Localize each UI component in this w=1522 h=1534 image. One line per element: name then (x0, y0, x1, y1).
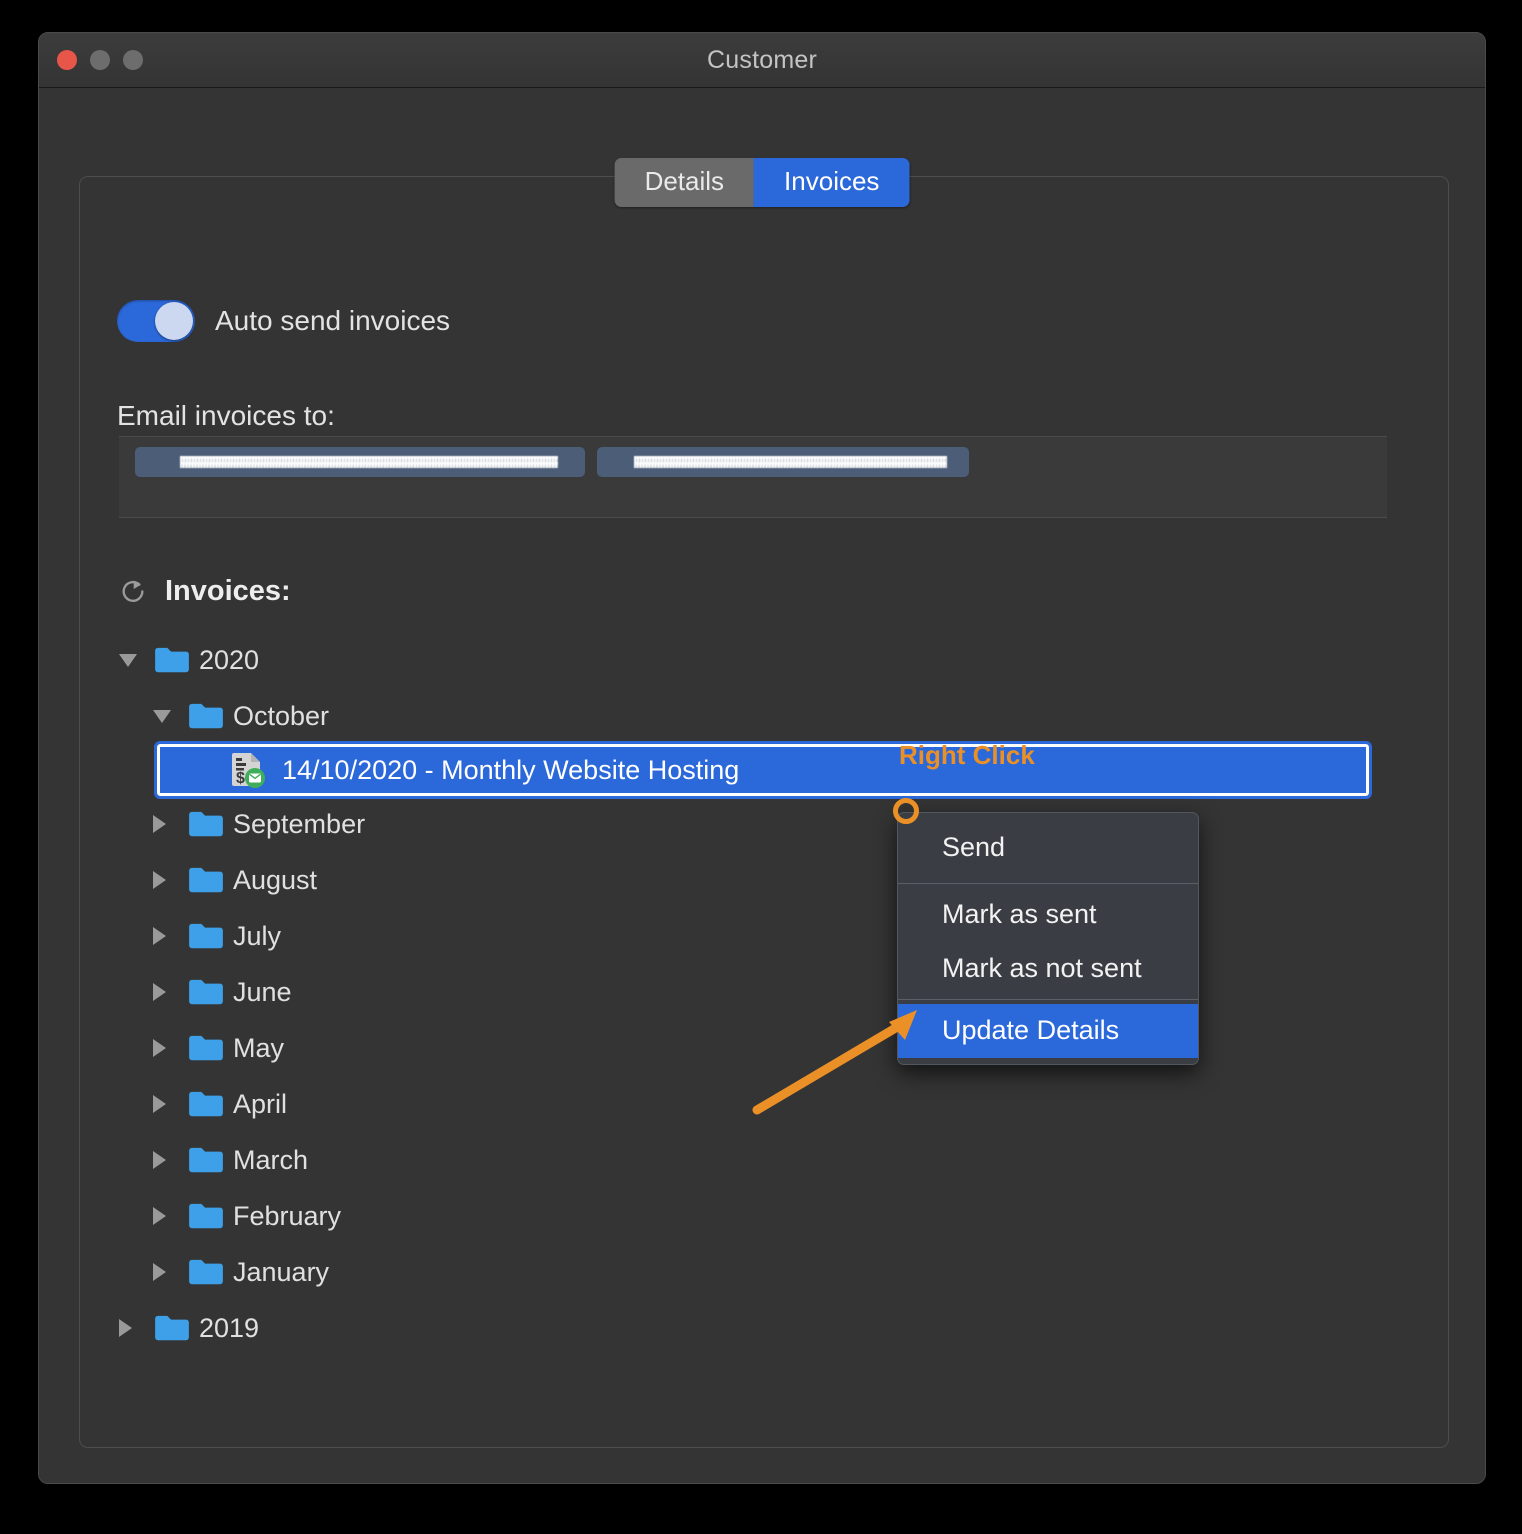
menu-separator (898, 999, 1198, 1001)
menu-item-mark-as-not-sent[interactable]: Mark as not sent (898, 942, 1198, 996)
folder-icon (189, 923, 223, 949)
tree-label: 14/10/2020 - Monthly Website Hosting (282, 754, 740, 785)
disclosure-2019[interactable] (119, 1319, 153, 1337)
screenshot-root: Customer Details Invoices Auto send invo… (0, 0, 1522, 1534)
chevron-right-icon (153, 927, 166, 945)
folder-icon (155, 647, 189, 673)
chevron-right-icon (153, 871, 166, 889)
folder-icon (189, 811, 223, 837)
disclosure-january[interactable] (153, 1263, 187, 1281)
tree-label: August (233, 864, 318, 895)
redacted-email-text-2 (634, 456, 947, 468)
menu-item-send[interactable]: Send (898, 813, 1198, 879)
window-title: Customer (707, 45, 817, 74)
menu-item-update-details[interactable]: Update Details (898, 1004, 1198, 1058)
disclosure-2020[interactable] (119, 653, 153, 667)
chevron-right-icon (153, 1095, 166, 1113)
tree-row-october[interactable]: October (119, 688, 1409, 744)
tree-label: 2019 (199, 1312, 260, 1343)
chevron-right-icon (153, 1263, 166, 1281)
right-click-annotation-label: Right Click (899, 740, 1035, 770)
tree-label: September (233, 808, 366, 839)
right-click-point-marker (893, 798, 919, 824)
toggle-knob (155, 302, 193, 340)
window-body: Details Invoices Auto send invoices Emai… (39, 88, 1485, 1483)
chevron-down-icon (153, 709, 171, 723)
chevron-right-icon (119, 1319, 132, 1337)
tree-row-march[interactable]: March (119, 1132, 1409, 1188)
tree-label: July (233, 920, 282, 951)
tree-label: March (233, 1144, 309, 1175)
menu-bottom-padding (898, 1058, 1198, 1064)
chevron-right-icon (153, 815, 166, 833)
folder-icon (189, 1147, 223, 1173)
menu-separator (898, 882, 1198, 884)
context-menu: Send Mark as sent Mark as not sent Updat… (897, 812, 1199, 1065)
email-invoices-label: Email invoices to: (117, 400, 335, 431)
tree-row-invoice-selected[interactable]: $ 14/10/2020 - Monthly Website Hosting (154, 741, 1372, 799)
auto-send-invoices-row: Auto send invoices (117, 300, 450, 342)
auto-send-invoices-label: Auto send invoices (215, 305, 451, 336)
disclosure-may[interactable] (153, 1039, 187, 1057)
minimize-button-icon[interactable] (90, 50, 110, 70)
tab-invoices[interactable]: Invoices (754, 158, 910, 207)
tree-label: 2020 (199, 644, 260, 675)
refresh-icon[interactable] (119, 578, 147, 606)
chevron-down-icon (119, 653, 137, 667)
tab-segmented-control: Details Invoices (614, 158, 910, 207)
folder-icon (189, 1203, 223, 1229)
disclosure-june[interactable] (153, 983, 187, 1001)
tab-details[interactable]: Details (614, 158, 755, 207)
disclosure-september[interactable] (153, 815, 187, 833)
tree-label: April (233, 1088, 288, 1119)
disclosure-july[interactable] (153, 927, 187, 945)
tree-row-august[interactable]: August (119, 852, 1409, 908)
email-token-1[interactable] (135, 447, 585, 477)
tree-row-2019[interactable]: 2019 (119, 1300, 1409, 1356)
auto-send-invoices-toggle[interactable] (117, 300, 195, 342)
tree-label: May (233, 1032, 285, 1063)
folder-icon (189, 1035, 223, 1061)
chevron-right-icon (153, 1039, 166, 1057)
chevron-right-icon (153, 1151, 166, 1169)
tree-row-september[interactable]: September (119, 796, 1409, 852)
chevron-right-icon (153, 1207, 166, 1225)
email-recipients-field[interactable] (119, 436, 1387, 518)
traffic-light-group (57, 33, 143, 87)
tree-row-january[interactable]: January (119, 1244, 1409, 1300)
menu-item-mark-as-sent[interactable]: Mark as sent (898, 888, 1198, 942)
email-token-2[interactable] (597, 447, 969, 477)
folder-icon (189, 1259, 223, 1285)
tree-row-july[interactable]: July (119, 908, 1409, 964)
tree-row-february[interactable]: February (119, 1188, 1409, 1244)
folder-icon (189, 703, 223, 729)
disclosure-february[interactable] (153, 1207, 187, 1225)
tree-label: February (233, 1200, 342, 1231)
disclosure-august[interactable] (153, 871, 187, 889)
folder-icon (189, 867, 223, 893)
svg-text:$: $ (236, 770, 245, 787)
tree-label: October (233, 700, 330, 731)
chevron-right-icon (153, 983, 166, 1001)
invoices-section-header: Invoices: (119, 575, 291, 608)
tree-label: June (233, 976, 292, 1007)
folder-icon (155, 1315, 189, 1341)
invoices-heading: Invoices: (165, 575, 291, 607)
disclosure-march[interactable] (153, 1151, 187, 1169)
invoice-email-icon: $ (232, 753, 265, 788)
maximize-button-icon[interactable] (123, 50, 143, 70)
close-button-icon[interactable] (57, 50, 77, 70)
tree-row-2020[interactable]: 2020 (119, 632, 1409, 688)
update-details-arrow (752, 1010, 917, 1115)
folder-icon (189, 1091, 223, 1117)
customer-window: Customer Details Invoices Auto send invo… (38, 32, 1486, 1484)
tree-label: January (233, 1256, 330, 1287)
disclosure-april[interactable] (153, 1095, 187, 1113)
folder-icon (189, 979, 223, 1005)
window-titlebar: Customer (39, 33, 1485, 88)
redacted-email-text-1 (180, 456, 558, 468)
disclosure-october[interactable] (153, 709, 187, 723)
